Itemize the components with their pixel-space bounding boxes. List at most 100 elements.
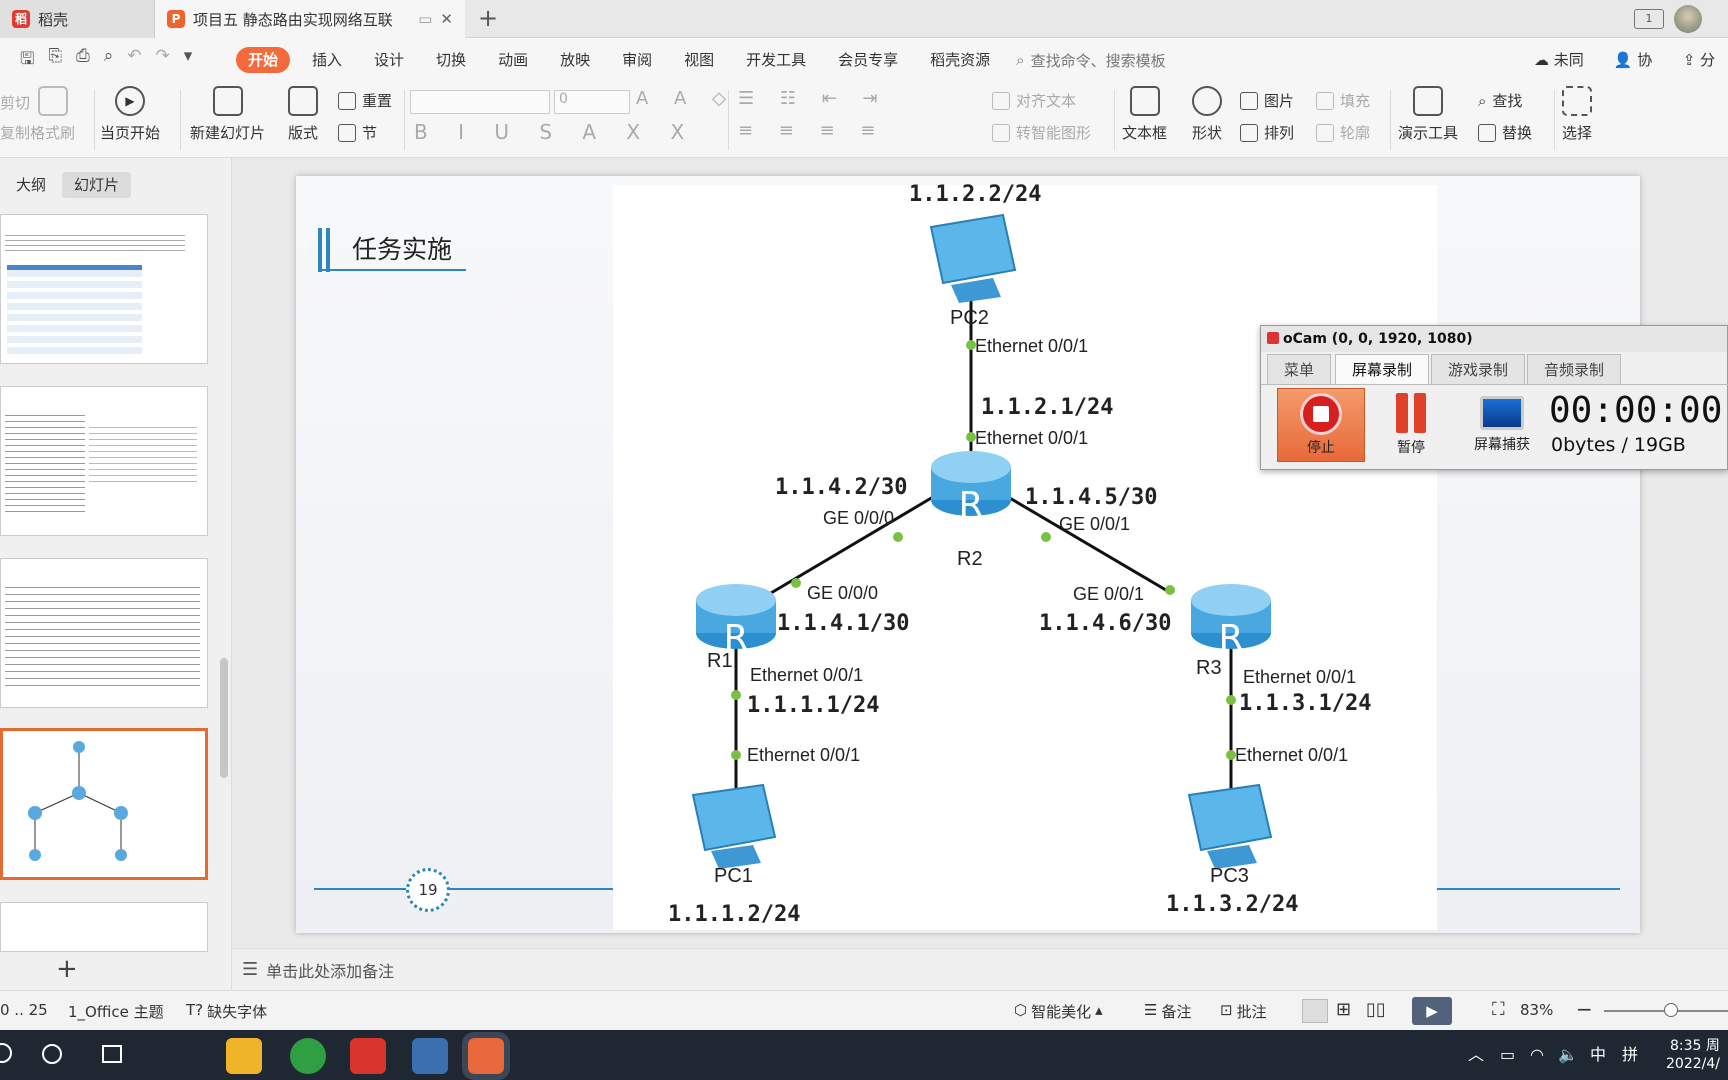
normal-view-icon[interactable] [1302,999,1328,1023]
export-icon[interactable]: ⎘ [48,46,62,75]
clock-date[interactable]: 2022/4/ [1666,1056,1720,1072]
reading-view-icon[interactable]: ▯▯ [1366,999,1386,1020]
arrange-button[interactable]: 排列 [1240,122,1294,143]
clock-time[interactable]: 8:35 周 [1670,1035,1720,1055]
pin-icon[interactable]: ▭ [418,10,432,28]
tab-slides[interactable]: 幻灯片 [62,172,132,198]
window-layout-icon[interactable]: 1 [1634,9,1664,29]
ocam-tab-menu[interactable]: 菜单 [1267,354,1332,384]
ocam-tab-game-record[interactable]: 游戏录制 [1431,354,1526,384]
slide-thumbnail[interactable] [0,558,208,708]
wifi-icon[interactable]: ◠ [1530,1030,1544,1080]
slide-thumbnail[interactable] [0,902,208,952]
new-slide-button[interactable]: 新建幻灯片 [190,86,265,143]
wps-icon[interactable] [350,1038,386,1074]
textbox-button[interactable]: 文本框 [1122,86,1167,143]
cortana-icon[interactable] [42,1044,62,1064]
theme-name[interactable]: 1_Office 主题 [68,1001,164,1022]
font-family-select[interactable] [410,90,550,114]
start-from-current-button[interactable]: ▶ 当页开始 [100,86,160,143]
close-tab-icon[interactable]: ✕ [440,10,453,28]
ocam-capture-button[interactable]: 屏幕捕获 [1457,388,1547,462]
ocam-pause-button[interactable]: 暂停 [1371,388,1451,462]
align-icons[interactable]: ≡ ≡ ≡ ≡ [738,120,886,141]
slide-sorter-icon[interactable]: ⊞ [1336,999,1351,1020]
menu-view[interactable]: 视图 [668,38,730,82]
outline-button[interactable]: 轮廓 [1316,122,1370,143]
menu-design[interactable]: 设计 [358,38,420,82]
slide-thumbnail[interactable] [0,214,208,364]
notes-area[interactable]: ☰ 单击此处添加备注 [232,948,1728,990]
format-painter-button[interactable]: 格式刷 [30,86,75,143]
panel-scrollbar[interactable] [220,658,228,778]
print-icon[interactable]: ⎙ [76,46,90,75]
picture-button[interactable]: 图片 [1240,90,1294,111]
zoom-out-button[interactable]: − [1576,997,1593,1021]
notes-toggle-button[interactable]: ☰ 备注 [1144,1001,1191,1022]
tab-docer-home[interactable]: 稻 稻壳 [0,0,155,38]
beautify-button[interactable]: ⬡ 智能美化 ▴ [1014,1001,1103,1022]
list-icons[interactable]: ☰ ☷ ⇤ ⇥ [738,88,888,109]
ime-mode[interactable]: 拼 [1622,1030,1638,1080]
ime-indicator[interactable]: 中 [1590,1030,1606,1080]
menu-home[interactable]: 开始 [236,47,291,73]
command-search[interactable]: ⌕ 查找命令、搜索模板 [1016,50,1165,71]
redo-icon[interactable]: ↷ [155,46,169,75]
section-button[interactable]: 节 [338,122,377,143]
slide-thumbnail-current[interactable] [0,728,208,880]
avatar[interactable] [1674,5,1702,33]
new-tab-button[interactable]: + [478,4,498,32]
browser-icon[interactable] [290,1038,326,1074]
cut-button[interactable]: 剪切 [0,92,30,113]
ocam-window[interactable]: oCam (0, 0, 1920, 1080) 菜单 屏幕录制 游戏录制 音频录… [1260,325,1728,470]
menu-developer[interactable]: 开发工具 [730,38,822,82]
file-explorer-icon[interactable] [226,1038,262,1074]
ocam-tab-screen-record[interactable]: 屏幕录制 [1335,354,1430,384]
fill-button[interactable]: 填充 [1316,90,1370,111]
menu-review[interactable]: 审阅 [606,38,668,82]
menu-slideshow[interactable]: 放映 [544,38,606,82]
tray-chevron-icon[interactable]: ︿ [1468,1030,1484,1080]
add-slide-button[interactable]: + [56,954,78,984]
tab-outline[interactable]: 大纲 [4,172,58,198]
save-icon[interactable]: 🖫 [20,46,34,75]
menu-docer-resources[interactable]: 稻壳资源 [914,38,1006,82]
convert-smart-button[interactable]: 转智能图形 [992,122,1091,143]
replace-button[interactable]: 替换 [1478,122,1532,143]
select-button[interactable]: 选择 [1562,86,1592,143]
more-icon[interactable]: ▾ [184,46,193,75]
tab-document[interactable]: P 项目五 静态路由实现网络互联 ▭ ✕ [155,0,465,38]
ocam-stop-button[interactable]: 停止 [1277,388,1365,462]
comment-button[interactable]: ⊡ 批注 [1220,1001,1267,1022]
align-text-button[interactable]: 对齐文本 [992,90,1076,111]
menu-insert[interactable]: 插入 [296,38,358,82]
volume-icon[interactable]: 🔈 [1558,1030,1578,1080]
fit-window-icon[interactable]: ⛶ [1492,999,1505,1020]
menu-member[interactable]: 会员专享 [822,38,914,82]
ocam-title[interactable]: oCam (0, 0, 1920, 1080) [1261,326,1727,352]
ensp-icon[interactable] [412,1038,448,1074]
font-grow-shrink-icons[interactable]: A A ◇ [636,88,736,109]
zoom-level[interactable]: 83% [1520,1001,1553,1019]
ocam-tab-audio-record[interactable]: 音频录制 [1527,354,1622,384]
font-size-select[interactable]: 0 [554,90,630,114]
search-icon[interactable] [0,1043,12,1063]
reset-button[interactable]: 重置 [338,90,392,111]
menu-animation[interactable]: 动画 [482,38,544,82]
copy-button[interactable]: 复制 [0,122,30,143]
zoom-slider-handle[interactable] [1664,1003,1678,1017]
wps-presentation-icon[interactable] [462,1032,510,1080]
undo-icon[interactable]: ↶ [127,46,141,75]
text-style-icons[interactable]: B I U S A X X [414,120,696,144]
preview-icon[interactable]: ⌕ [104,46,114,75]
shape-button[interactable]: 形状 [1192,86,1222,143]
present-tools-button[interactable]: 演示工具 [1398,86,1458,143]
find-button[interactable]: ⌕ 查找 [1478,90,1522,111]
layout-button[interactable]: 版式 [288,86,318,143]
task-view-icon[interactable] [102,1045,122,1063]
play-slideshow-button[interactable]: ▶ [1412,997,1452,1025]
slide-thumbnail[interactable] [0,386,208,536]
menu-transition[interactable]: 切换 [420,38,482,82]
battery-icon[interactable]: ▭ [1500,1030,1515,1080]
missing-font-button[interactable]: T? 缺失字体 [186,1001,267,1022]
